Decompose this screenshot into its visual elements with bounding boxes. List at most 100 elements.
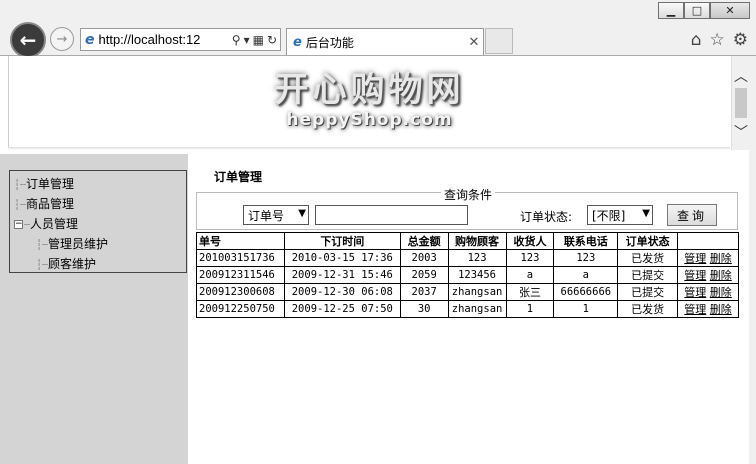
tree-item-staff-management[interactable]: −┄人员管理	[10, 214, 186, 234]
tree-item-label[interactable]: 顾客维护	[48, 257, 96, 271]
browser-toolbar-icons: ⌂ ☆ ⚙	[691, 30, 748, 50]
cell-actions: 管理 删除	[677, 266, 739, 284]
scroll-thumb[interactable]	[735, 88, 747, 118]
page-title: 订单管理	[214, 170, 263, 184]
browser-chrome: ▁ □ ✕ ← → e http://localhost:12 ⚲ ▾ ▦ ↻ …	[0, 0, 756, 58]
tab-close-icon[interactable]: ✕	[465, 35, 483, 50]
cell-phone: 1	[553, 300, 619, 318]
maximize-button[interactable]: □	[684, 2, 710, 19]
scroll-up-icon[interactable]: ︿	[732, 66, 750, 86]
cell-amount: 30	[399, 300, 449, 318]
search-icon[interactable]: ⚲	[232, 33, 241, 47]
table-row: 201003151736 2010-03-15 17:36 2003 123 1…	[196, 249, 739, 267]
tree-item-order-management[interactable]: ┆┄订单管理	[10, 174, 186, 194]
cell-phone: 123	[553, 249, 619, 267]
arrow-left-icon: ←	[19, 28, 37, 52]
back-button[interactable]: ←	[10, 22, 46, 58]
cell-phone: 66666666	[553, 283, 619, 301]
table-row: 200912300608 2009-12-30 06:08 2037 zhang…	[196, 283, 739, 301]
delete-link[interactable]: 删除	[710, 303, 732, 316]
tree-collapse-icon[interactable]: −	[14, 220, 23, 229]
address-text[interactable]: http://localhost:12	[99, 32, 229, 47]
cell-amount: 2059	[399, 266, 449, 284]
ie-page-icon: e	[85, 31, 95, 48]
settings-gear-icon[interactable]: ⚙	[733, 30, 748, 50]
cell-customer: zhangsan	[447, 283, 507, 301]
query-text-input[interactable]	[315, 205, 468, 225]
chevron-down-icon: ▼	[642, 208, 650, 219]
main-content: 订单管理 查询条件 订单号 ▼ 订单状态: [不限] ▼ 查询 单号 下订时间 …	[188, 154, 749, 464]
order-status-value: [不限]	[592, 208, 626, 223]
ie-tab-icon: e	[293, 34, 302, 50]
delete-link[interactable]: 删除	[710, 269, 732, 282]
site-logo-subtitle: heppyShop.com	[286, 110, 453, 130]
manage-link[interactable]: 管理	[684, 269, 706, 282]
cell-order-time: 2009-12-31 15:46	[283, 266, 401, 284]
tree-item-label[interactable]: 人员管理	[30, 217, 78, 231]
forward-button[interactable]: →	[50, 27, 74, 51]
cell-order-id: 200912300608	[196, 283, 285, 301]
tree-branch-line: ┆┄	[14, 180, 27, 191]
delete-link[interactable]: 删除	[710, 252, 732, 265]
tab-title: 后台功能	[305, 35, 354, 50]
tree-item-label[interactable]: 管理员维护	[48, 237, 108, 251]
cell-order-time: 2009-12-25 07:50	[283, 300, 401, 318]
query-field-select[interactable]: 订单号 ▼	[243, 205, 309, 225]
tree-item-admin-maintenance[interactable]: ┆┄管理员维护	[10, 234, 186, 254]
cell-receiver: a	[505, 266, 555, 284]
cell-amount: 2003	[399, 249, 449, 267]
col-header-order-id: 单号	[196, 232, 285, 250]
manage-link[interactable]: 管理	[684, 303, 706, 316]
cell-status: 已提交	[617, 266, 679, 284]
cell-customer: 123456	[447, 266, 507, 284]
cell-order-time: 2010-03-15 17:36	[283, 249, 401, 267]
close-button[interactable]: ✕	[710, 2, 750, 19]
cell-actions: 管理 删除	[677, 249, 739, 267]
query-button[interactable]: 查询	[667, 204, 717, 226]
tree-item-label[interactable]: 订单管理	[26, 177, 74, 191]
site-logo-title: 开心购物网	[274, 70, 465, 110]
page-scrollbar-track[interactable]	[749, 56, 756, 464]
address-tools: ⚲ ▾ ▦ ↻	[229, 33, 280, 47]
address-bar[interactable]: e http://localhost:12 ⚲ ▾ ▦ ↻	[80, 28, 281, 51]
new-tab-button[interactable]	[485, 28, 513, 54]
cell-order-id: 200912250750	[196, 300, 285, 318]
col-header-amount: 总金额	[399, 232, 449, 250]
tab-active[interactable]: e 后台功能 ✕	[286, 28, 484, 55]
col-header-order-time: 下订时间	[283, 232, 401, 250]
scroll-down-icon[interactable]: ﹀	[732, 122, 750, 142]
manage-link[interactable]: 管理	[684, 252, 706, 265]
tree-branch-line: ┆┄	[36, 260, 49, 271]
header-divider	[8, 147, 730, 150]
tree-item-customer-maintenance[interactable]: ┆┄顾客维护	[10, 254, 186, 274]
order-status-label: 订单状态:	[520, 210, 573, 224]
compat-view-icon[interactable]: ▦	[253, 33, 264, 47]
favorites-star-icon[interactable]: ☆	[710, 30, 725, 50]
left-nav-pane: ┆┄订单管理 ┆┄商品管理 −┄人员管理 ┆┄管理员维护 ┆┄顾客维护	[0, 154, 188, 464]
home-icon[interactable]: ⌂	[691, 30, 702, 50]
query-legend: 查询条件	[441, 186, 496, 203]
cell-actions: 管理 删除	[677, 300, 739, 318]
refresh-icon[interactable]: ↻	[267, 33, 277, 47]
tree-branch-line: ┆┄	[36, 240, 49, 251]
nav-tree: ┆┄订单管理 ┆┄商品管理 −┄人员管理 ┆┄管理员维护 ┆┄顾客维护	[9, 170, 187, 273]
cell-order-id: 200912311546	[196, 266, 285, 284]
dropdown-icon[interactable]: ▾	[244, 33, 250, 47]
arrow-right-icon: →	[56, 31, 68, 47]
window-controls: ▁ □ ✕	[658, 2, 750, 19]
cell-customer: 123	[447, 249, 507, 267]
cell-order-time: 2009-12-30 06:08	[283, 283, 401, 301]
site-header: 开心购物网 heppyShop.com	[8, 56, 730, 149]
col-header-customer: 购物顾客	[447, 232, 507, 250]
tree-item-product-management[interactable]: ┆┄商品管理	[10, 194, 186, 214]
cell-receiver: 张三	[505, 283, 555, 301]
minimize-button[interactable]: ▁	[658, 2, 684, 19]
order-status-select[interactable]: [不限] ▼	[587, 205, 653, 225]
table-row: 200912311546 2009-12-31 15:46 2059 12345…	[196, 266, 739, 284]
tree-item-label[interactable]: 商品管理	[26, 197, 74, 211]
delete-link[interactable]: 删除	[710, 286, 732, 299]
page-viewport: 开心购物网 heppyShop.com ︿ ﹀ ┆┄订单管理 ┆┄商品管理 −┄…	[0, 56, 756, 464]
cell-order-id: 201003151736	[196, 249, 285, 267]
manage-link[interactable]: 管理	[684, 286, 706, 299]
header-frame-scrollbar[interactable]: ︿ ﹀	[731, 56, 749, 150]
